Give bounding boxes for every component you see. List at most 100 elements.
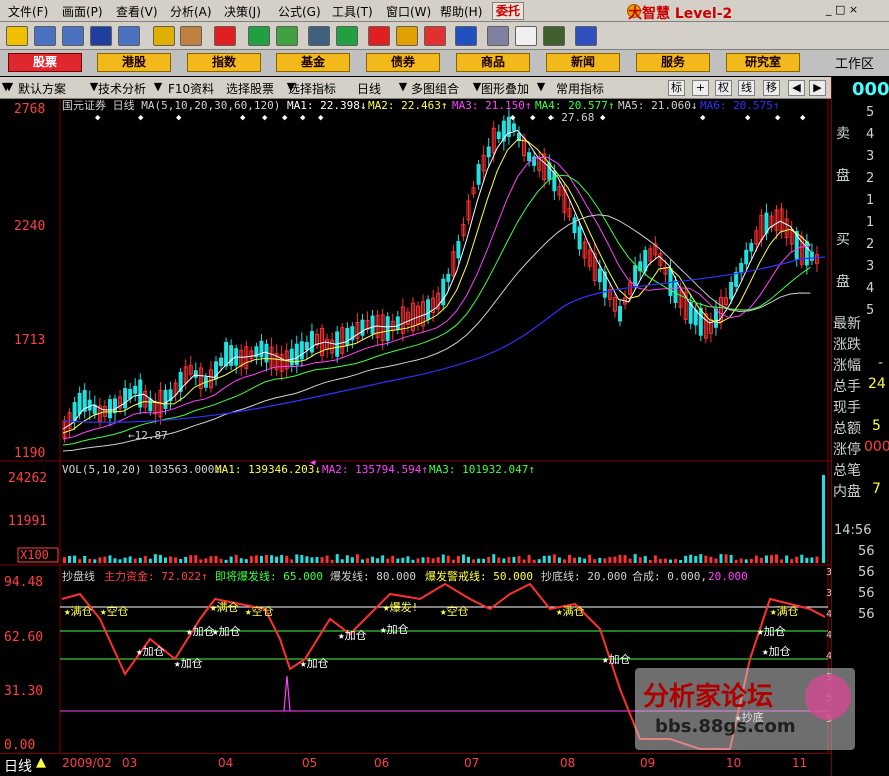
- subbar-1[interactable]: 技术分析: [98, 80, 146, 97]
- candle-body: [643, 249, 648, 272]
- subbar-dropdown-icon-6[interactable]: ▼: [471, 80, 483, 96]
- toolbar-icon-1[interactable]: [34, 26, 56, 46]
- toolbar-icon-0[interactable]: [6, 26, 28, 46]
- timeline-up-icon[interactable]: ▲: [36, 755, 46, 770]
- subbar-dropdown-icon-4[interactable]: ▼: [285, 80, 297, 96]
- quote-row-0: 最新: [833, 316, 861, 332]
- menu-4[interactable]: 决策(J): [224, 3, 261, 20]
- menu-6[interactable]: 工具(T): [332, 3, 373, 20]
- scroll-left-icon[interactable]: ◀: [788, 80, 805, 96]
- toolbar-icon-2[interactable]: [62, 26, 84, 46]
- subbar-dropdown-icon-1[interactable]: ▼: [3, 80, 15, 96]
- toolbar-icon-4[interactable]: [118, 26, 140, 46]
- candle-body: [476, 164, 481, 185]
- toolbar-icon-7[interactable]: [214, 26, 236, 46]
- top-marker-7: ◆: [318, 113, 324, 123]
- toolbar-icon-6[interactable]: [180, 26, 202, 46]
- category-8[interactable]: 研究室: [726, 53, 800, 72]
- ind-axis-3: 0.00: [4, 738, 35, 753]
- vol-bar: [588, 554, 592, 563]
- window-controls[interactable]: _ □ ×: [826, 3, 858, 16]
- scroll-right-icon[interactable]: ▶: [809, 80, 826, 96]
- toolbar-icon-17[interactable]: [515, 26, 537, 46]
- vol-bar: [684, 555, 688, 563]
- toolbar-icon-14[interactable]: [424, 26, 446, 46]
- subbar-dropdown-icon-3[interactable]: ▼: [152, 80, 164, 96]
- entrust-button[interactable]: 委托: [492, 2, 524, 20]
- category-1[interactable]: 港股: [97, 53, 171, 72]
- top-marker-2: ◆: [176, 113, 182, 123]
- signal-burst-1: ★空仓: [100, 604, 129, 618]
- toolbar-icon-12[interactable]: [368, 26, 390, 46]
- signal-burst-5: ★空仓: [440, 604, 469, 618]
- menu-5[interactable]: 公式(G): [278, 3, 321, 20]
- toolbar-icon-11[interactable]: [336, 26, 358, 46]
- toolbar-icon-3[interactable]: [90, 26, 112, 46]
- category-0[interactable]: 股票: [8, 53, 82, 72]
- vol-bar: [552, 554, 556, 563]
- ind-warn1: 即将爆发线: 65.000: [215, 569, 323, 583]
- vol-ma2: MA2: 135794.594↑: [322, 463, 428, 476]
- menu-1[interactable]: 画面(P): [62, 3, 103, 20]
- menu-3[interactable]: 分析(A): [170, 3, 212, 20]
- vol-bar: [244, 559, 248, 563]
- workspace-label[interactable]: 工作区: [835, 53, 874, 72]
- toolbar-icon-15[interactable]: [455, 26, 477, 46]
- subbar-dropdown-icon-5[interactable]: ▼: [397, 80, 409, 96]
- category-2[interactable]: 指数: [187, 53, 261, 72]
- vol-bar: [421, 557, 425, 563]
- subbar-6[interactable]: 多图组合: [411, 80, 459, 97]
- toolbar-icon-10[interactable]: [308, 26, 330, 46]
- menu-2[interactable]: 查看(V): [116, 3, 158, 20]
- toolbar-icon-8[interactable]: [248, 26, 270, 46]
- subbar-icon-2[interactable]: 权: [715, 80, 732, 96]
- subbar-icon-4[interactable]: 移: [763, 80, 780, 96]
- vol-bar: [810, 557, 814, 563]
- signal-burst-2: ★满仓: [210, 600, 239, 614]
- vol-bar: [265, 554, 268, 563]
- vol-bar: [739, 558, 743, 563]
- timeline-0[interactable]: 日线: [4, 756, 32, 776]
- category-7[interactable]: 服务: [636, 53, 710, 72]
- quote-val-1: 24: [868, 376, 886, 392]
- vol-bar: [234, 554, 238, 563]
- subbar-dropdown-icon-2[interactable]: ▼: [88, 80, 100, 96]
- subbar-dropdown-icon-7[interactable]: ▼: [535, 80, 547, 96]
- top-marker-10: ◆: [548, 113, 554, 123]
- subbar-0[interactable]: 默认方案: [18, 80, 66, 97]
- category-4[interactable]: 债券: [366, 53, 440, 72]
- subbar-icon-1[interactable]: +: [692, 80, 709, 96]
- vol-bar: [118, 559, 122, 563]
- subbar-icon-0[interactable]: 标: [668, 80, 685, 96]
- subbar-3[interactable]: 选择股票: [226, 80, 274, 97]
- menu-7[interactable]: 窗口(W): [386, 3, 431, 20]
- subbar-7[interactable]: 图形叠加: [481, 80, 529, 97]
- vol-bar: [280, 554, 284, 563]
- top-marker-5: ◆: [282, 113, 288, 123]
- toolbar-icon-5[interactable]: [153, 26, 175, 46]
- category-5[interactable]: 商品: [456, 53, 530, 72]
- category-6[interactable]: 新闻: [546, 53, 620, 72]
- candle-body: [107, 399, 112, 419]
- vol-bar: [219, 558, 223, 563]
- subbar-2[interactable]: F10资料: [168, 80, 214, 97]
- quote-row-1: 涨跌: [833, 337, 861, 353]
- toolbar-icon-13[interactable]: [396, 26, 418, 46]
- vol-bar: [249, 556, 253, 563]
- vol-bar: [699, 554, 703, 563]
- menu-8[interactable]: 帮助(H): [440, 3, 482, 20]
- subbar-icon-3[interactable]: 线: [738, 80, 755, 96]
- vol-bar: [123, 557, 127, 563]
- vol-bar: [815, 556, 819, 563]
- toolbar-icon-18[interactable]: [543, 26, 565, 46]
- toolbar-icon-19[interactable]: [575, 26, 597, 46]
- subbar-8[interactable]: 常用指标: [556, 80, 604, 97]
- toolbar-icon-9[interactable]: [276, 26, 298, 46]
- vol-bar: [355, 554, 359, 563]
- category-3[interactable]: 基金: [276, 53, 350, 72]
- subbar-5[interactable]: 日线: [357, 80, 381, 97]
- timeline-5: 06: [374, 756, 390, 770]
- quote-row-2: 涨幅: [833, 358, 861, 374]
- toolbar-icon-16[interactable]: [487, 26, 509, 46]
- menu-0[interactable]: 文件(F): [8, 3, 48, 20]
